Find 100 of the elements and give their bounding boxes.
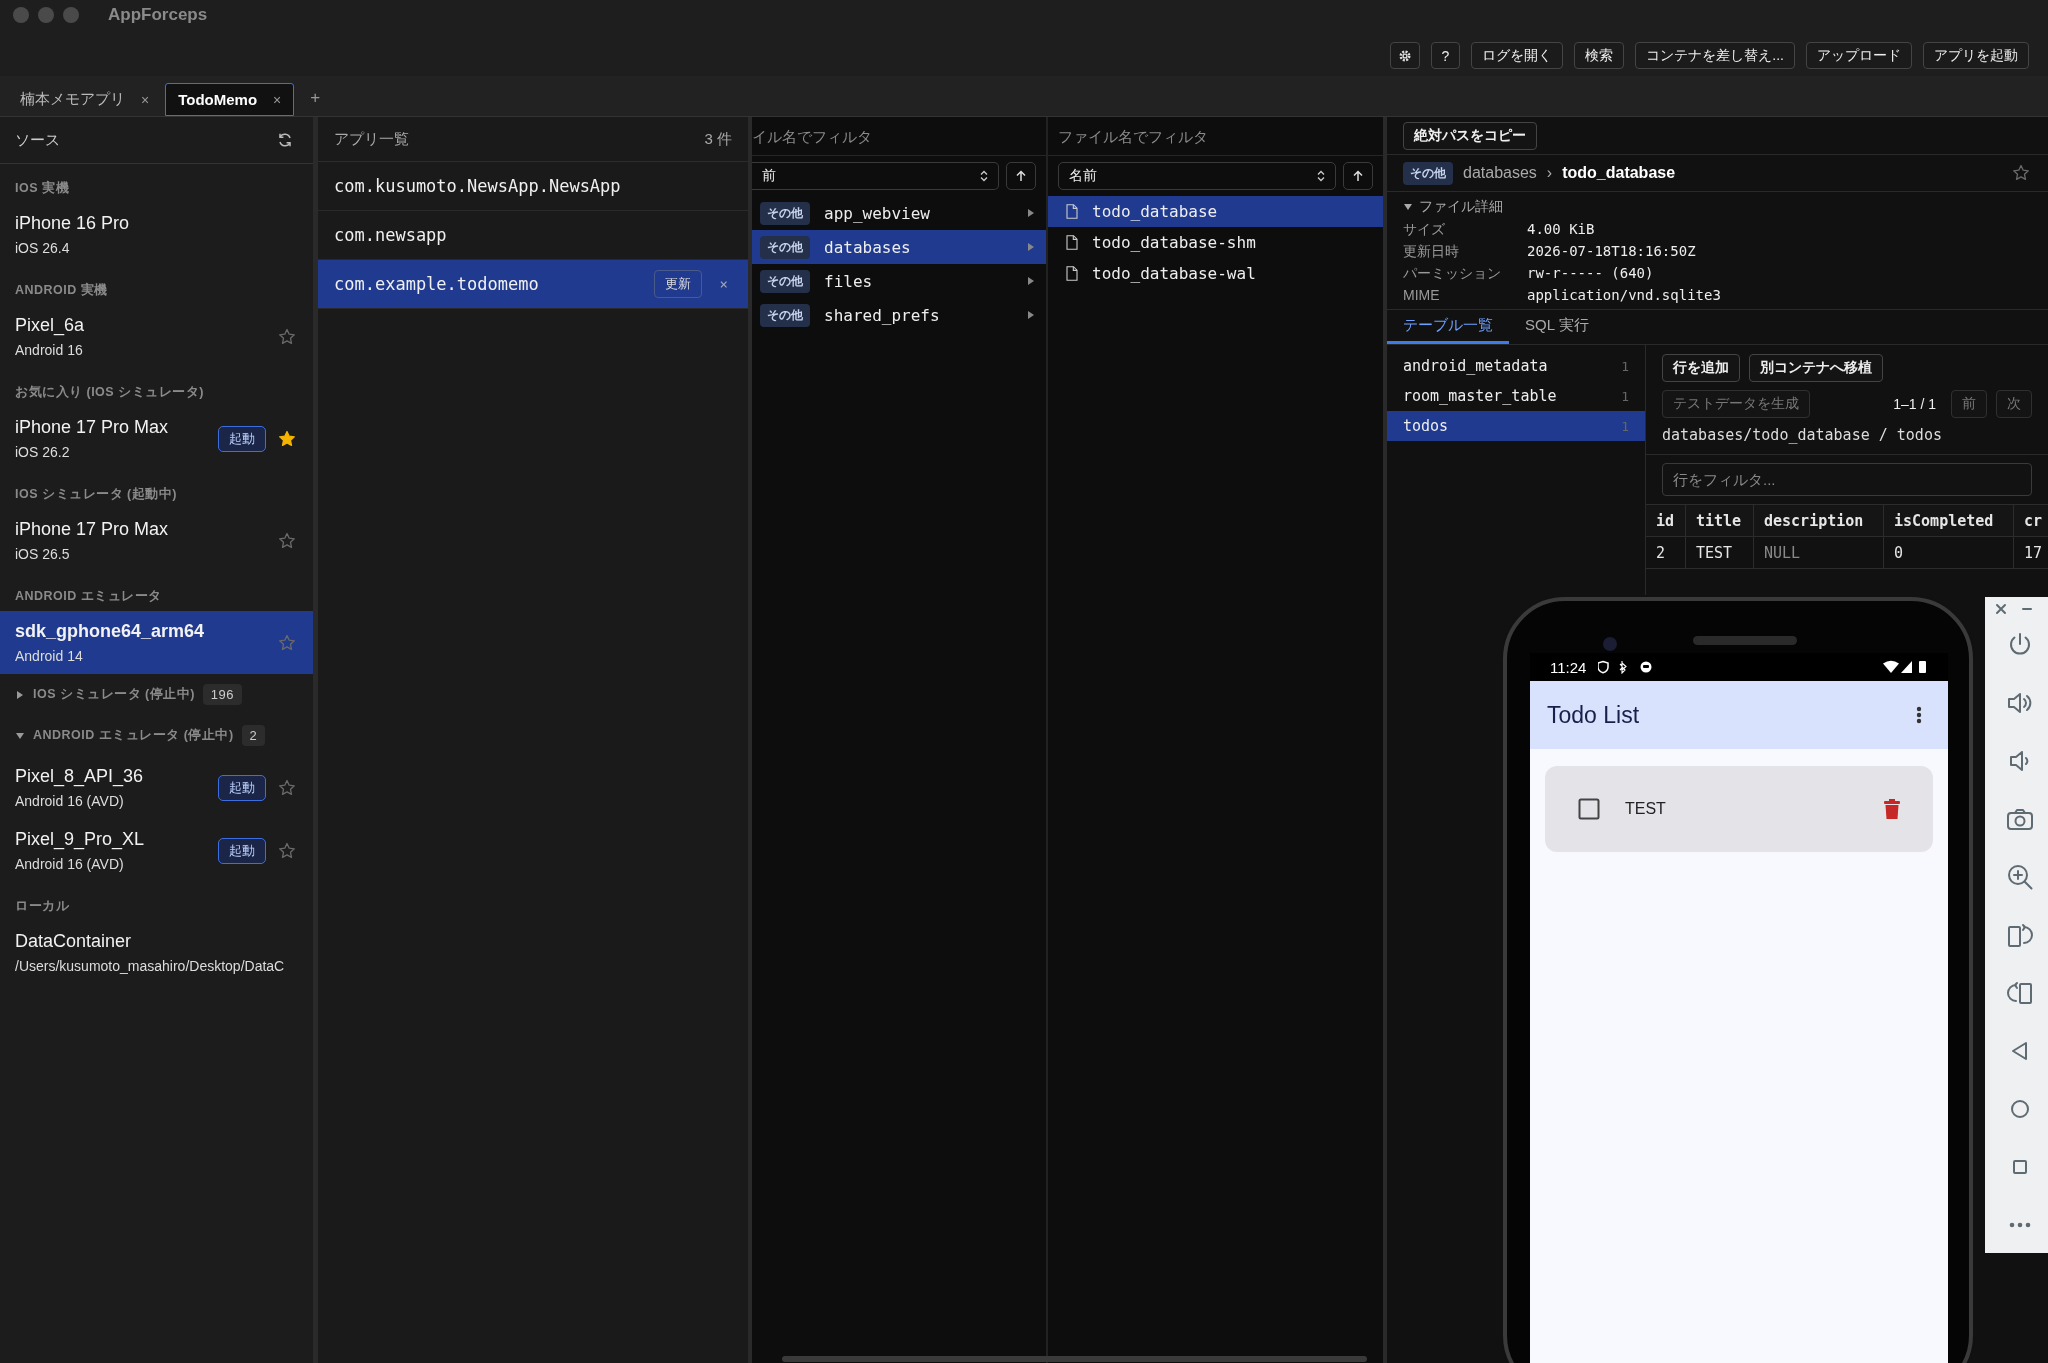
scrollbar[interactable] bbox=[782, 1356, 1367, 1362]
property-label: パーミッション bbox=[1403, 265, 1502, 283]
group-heading[interactable]: ANDROID エミュレータ (停止中) bbox=[33, 727, 234, 744]
arrow-up-icon bbox=[1352, 170, 1364, 182]
device-item[interactable]: DataContainer /Users/kusumoto_masahiro/Desktop/DataC bbox=[0, 921, 313, 984]
device-item[interactable]: iPhone 16 Pro iOS 26.4 bbox=[0, 203, 313, 266]
table-cell: 2 bbox=[1646, 537, 1686, 568]
file-item[interactable]: todo_database-wal bbox=[1048, 258, 1383, 289]
checkbox[interactable] bbox=[1578, 798, 1600, 820]
section-title[interactable]: ファイル詳細 bbox=[1419, 198, 1503, 216]
close-tab-button[interactable]: × bbox=[141, 91, 150, 108]
tag-label: その他 bbox=[760, 303, 810, 327]
property-label: MIME bbox=[1403, 287, 1441, 303]
group-heading: ANDROID エミュレータ bbox=[15, 588, 162, 605]
folder-name: app_webview bbox=[824, 203, 931, 223]
folder-name: files bbox=[824, 271, 874, 291]
breadcrumb-link[interactable]: databases bbox=[1463, 164, 1537, 182]
disclosure-icon[interactable] bbox=[1403, 202, 1413, 212]
toolbar-button[interactable]: 検索 bbox=[1574, 42, 1625, 69]
settings-button[interactable] bbox=[1389, 42, 1420, 69]
close-button[interactable]: × bbox=[715, 276, 732, 292]
toolbar-button[interactable]: ログを開く bbox=[1471, 42, 1564, 69]
disclosure-icon[interactable] bbox=[15, 730, 25, 741]
copy-path-button[interactable]: 絶対パスをコピー bbox=[1403, 121, 1537, 150]
column-header[interactable]: title bbox=[1686, 505, 1754, 536]
action-button[interactable]: 行を追加 bbox=[1662, 354, 1740, 382]
sort-order-button[interactable] bbox=[1006, 162, 1036, 190]
device-name: sdk_gphone64_arm64 bbox=[15, 621, 206, 642]
star-icon[interactable] bbox=[278, 778, 296, 797]
filter-field[interactable]: 行をフィルタ... bbox=[1662, 463, 2032, 496]
device-item[interactable]: Pixel_9_Pro_XL Android 16 (AVD) 起動 bbox=[0, 819, 313, 882]
toolbar-button[interactable]: ? bbox=[1430, 42, 1461, 69]
tag-label: その他 bbox=[1403, 161, 1453, 185]
device-item[interactable]: iPhone 17 Pro Max iOS 26.2 起動 bbox=[0, 407, 313, 470]
toolbar-button[interactable]: アプリを起動 bbox=[1923, 42, 2029, 69]
app-item[interactable]: com.example.todomemo 更新 × bbox=[318, 260, 748, 309]
star-icon[interactable] bbox=[2012, 164, 2030, 182]
file-item[interactable]: todo_database-shm bbox=[1048, 227, 1383, 258]
column-header[interactable]: isCompleted bbox=[1884, 505, 2014, 536]
expand-arrow-icon bbox=[1028, 209, 1034, 217]
filter-field[interactable]: イル名でフィルタ bbox=[752, 117, 1046, 156]
device-name: DataContainer bbox=[15, 931, 133, 952]
launch-button[interactable]: 起動 bbox=[218, 425, 266, 452]
table-cell-text: 17 bbox=[2023, 542, 2044, 564]
sort-dropdown[interactable]: 前 bbox=[752, 162, 999, 190]
device-name: iPhone 17 Pro Max bbox=[15, 417, 170, 438]
column-header[interactable]: cr bbox=[2014, 505, 2048, 536]
column-header[interactable]: description bbox=[1754, 505, 1884, 536]
tab[interactable]: 楠本メモアプリ × bbox=[8, 83, 162, 116]
close-icon[interactable] bbox=[1995, 603, 2007, 615]
window-title: AppForceps bbox=[108, 5, 208, 25]
tab[interactable]: テーブル一覧 bbox=[1387, 310, 1509, 344]
star-icon[interactable] bbox=[278, 531, 296, 550]
new-tab-button[interactable]: + bbox=[310, 88, 321, 108]
device-item[interactable]: iPhone 17 Pro Max iOS 26.5 bbox=[0, 509, 313, 572]
folder-item[interactable]: その他 files bbox=[752, 264, 1046, 298]
rotate-left-icon[interactable] bbox=[2006, 921, 2034, 949]
table-item[interactable]: room_master_table 1 bbox=[1387, 381, 1645, 411]
tab[interactable]: SQL 実行 bbox=[1509, 310, 1605, 344]
arrow-up-icon bbox=[1015, 170, 1027, 182]
file-icon bbox=[1066, 266, 1078, 281]
trash-icon[interactable] bbox=[1884, 799, 1900, 819]
device-item[interactable]: Pixel_8_API_36 Android 16 (AVD) 起動 bbox=[0, 756, 313, 819]
refresh-button[interactable]: 更新 bbox=[653, 270, 702, 298]
expand-arrow-icon bbox=[1028, 243, 1034, 251]
status-time: 11:24 bbox=[1550, 658, 1587, 676]
star-icon[interactable] bbox=[278, 633, 296, 652]
refresh-icon[interactable] bbox=[277, 132, 293, 148]
toolbar-button[interactable]: アップロード bbox=[1806, 42, 1912, 69]
group-heading: お気に入り (IOS シミュレータ) bbox=[15, 384, 204, 401]
sort-order-button[interactable] bbox=[1343, 162, 1373, 190]
launch-button[interactable]: 起動 bbox=[218, 774, 266, 801]
rotate-right-icon[interactable] bbox=[2006, 979, 2034, 1007]
app-title: Todo List bbox=[1547, 701, 1640, 729]
sort-dropdown[interactable]: 名前 bbox=[1058, 162, 1336, 190]
star-icon[interactable] bbox=[278, 429, 296, 448]
file-item[interactable]: todo_database bbox=[1048, 196, 1383, 227]
zoom-in-icon[interactable] bbox=[2006, 863, 2034, 891]
app-item[interactable]: com.kusumoto.NewsApp.NewsApp bbox=[318, 162, 748, 211]
group-heading[interactable]: IOS シミュレータ (停止中) bbox=[33, 686, 195, 703]
table-item[interactable]: android_metadata 1 bbox=[1387, 351, 1645, 381]
panel-title: ソース bbox=[15, 130, 60, 150]
folder-name: shared_prefs bbox=[824, 305, 941, 325]
star-icon[interactable] bbox=[278, 841, 296, 860]
folder-item[interactable]: その他 shared_prefs bbox=[752, 298, 1046, 332]
filter-field[interactable]: ファイル名でフィルタ bbox=[1048, 117, 1383, 156]
device-item[interactable]: sdk_gphone64_arm64 Android 14 bbox=[0, 611, 313, 674]
launch-button[interactable]: 起動 bbox=[218, 837, 266, 864]
close-tab-button[interactable]: × bbox=[273, 91, 282, 108]
folder-item[interactable]: その他 app_webview bbox=[752, 196, 1046, 230]
star-icon[interactable] bbox=[278, 327, 296, 346]
action-button[interactable]: 別コンテナへ移植 bbox=[1749, 354, 1883, 382]
disclosure-icon[interactable] bbox=[15, 689, 25, 700]
tab[interactable]: TodoMemo × bbox=[165, 83, 295, 116]
column-header[interactable]: id bbox=[1646, 505, 1686, 536]
toolbar-button[interactable]: コンテナを差し替え... bbox=[1635, 42, 1795, 69]
device-item[interactable]: Pixel_6a Android 16 bbox=[0, 305, 313, 368]
more-options-icon[interactable] bbox=[1916, 706, 1922, 724]
table-item[interactable]: todos 1 bbox=[1387, 411, 1645, 441]
folder-item[interactable]: その他 databases bbox=[752, 230, 1046, 264]
